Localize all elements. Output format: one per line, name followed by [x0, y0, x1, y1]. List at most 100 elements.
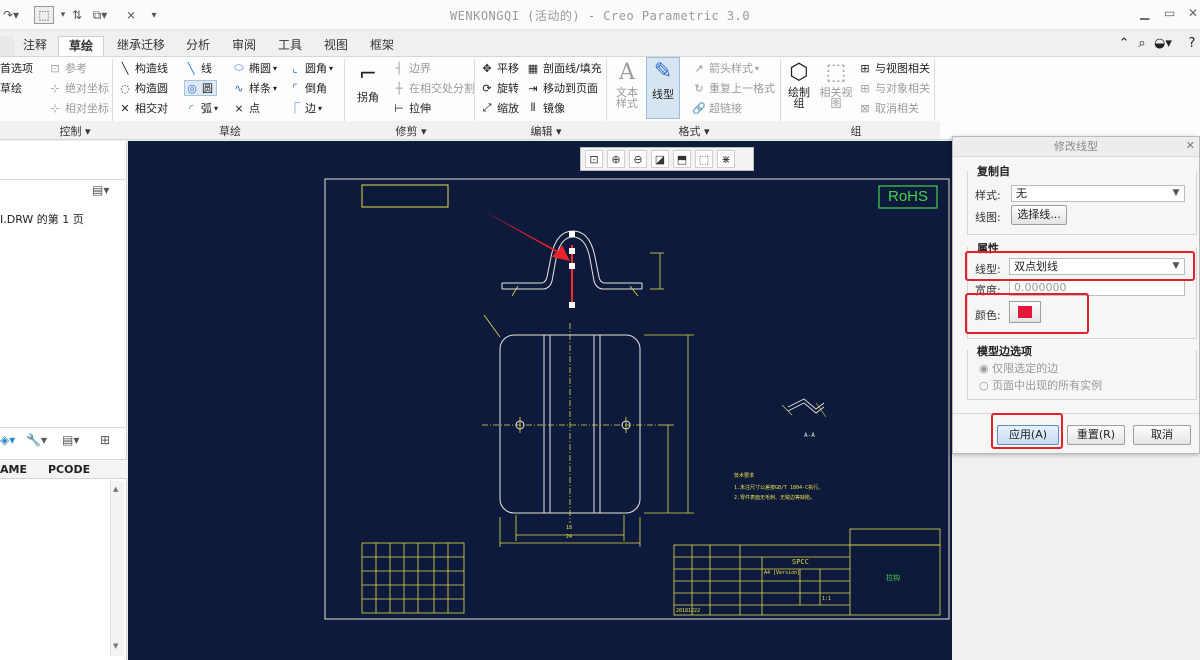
highlight-apply: [991, 413, 1063, 449]
filter-icon[interactable]: ⊞: [100, 433, 110, 447]
relate-to-object-button[interactable]: ⊞ 与对象相关: [858, 80, 930, 96]
draw-group-button[interactable]: ⬡ 绘制 组: [784, 59, 814, 109]
hatch-icon: ▦: [527, 61, 539, 75]
construction-circle-button[interactable]: ◌ 构造圆: [118, 80, 168, 96]
tab-analysis[interactable]: 分析: [180, 36, 216, 56]
reference-icon: ⊡: [50, 61, 60, 75]
group-label-control[interactable]: 控制 ▾: [40, 123, 110, 138]
tab-framework[interactable]: 框架: [364, 36, 400, 56]
construction-line-button[interactable]: ╲ 构造线: [118, 60, 168, 76]
circle-button[interactable]: ◎ 圆: [184, 80, 217, 96]
point-button[interactable]: ⨯ 点: [232, 100, 260, 116]
ribbon-group-labels: 控制 ▾ 草绘 修剪 ▾ 编辑 ▾ 格式 ▾ 组: [0, 121, 940, 140]
minimize-icon[interactable]: ▁: [1140, 6, 1149, 20]
circle-icon: ◎: [187, 81, 197, 95]
hyperlink-button[interactable]: 🔗 超链接: [692, 100, 742, 116]
revision-table: [361, 542, 465, 614]
dialog-close-icon[interactable]: ✕: [1186, 139, 1195, 152]
edge-button[interactable]: ⎾ 边 ▾: [288, 100, 323, 116]
tab-review[interactable]: 审阅: [226, 36, 262, 56]
fillet-button[interactable]: ⌞ 圆角 ▾: [288, 60, 333, 76]
chamfer-button[interactable]: ⌜ 倒角: [288, 80, 327, 96]
arc-icon: ◜: [188, 101, 194, 115]
file-tab-edge[interactable]: [0, 36, 14, 56]
repeat-format-button[interactable]: ↻ 重复上一格式: [692, 80, 775, 96]
sketch-settings-button[interactable]: 草绘: [0, 80, 22, 96]
boundary-button[interactable]: ┤ 边界: [392, 60, 431, 76]
related-view-button[interactable]: ⬚ 相关视 图: [818, 59, 854, 109]
tab-tools[interactable]: 工具: [272, 36, 308, 56]
settings-icon[interactable]: ◈▾: [0, 433, 15, 447]
group-label-edit[interactable]: 编辑 ▾: [516, 123, 576, 138]
mirror-icon: ⫴: [530, 101, 536, 114]
construction-line-icon: ╲: [121, 61, 129, 75]
split-at-intersection-button[interactable]: ┼ 在相交处分割: [392, 80, 475, 96]
column-header: AME PCODE: [0, 459, 127, 479]
translate-button[interactable]: ✥ 平移: [480, 60, 519, 76]
radio-selected-edges[interactable]: ◉ 仅限选定的边: [979, 360, 1058, 376]
help-icon[interactable]: ?: [1184, 36, 1200, 52]
line-button[interactable]: ╲ 线: [184, 60, 212, 76]
relate-view-icon: ⊞: [860, 61, 870, 75]
title-block: [673, 528, 941, 616]
select-line-button[interactable]: 选择线...: [1011, 205, 1067, 225]
absolute-coordinate-button[interactable]: ⊹ 绝对坐标: [48, 80, 109, 96]
group-label-group[interactable]: 组: [826, 123, 886, 138]
title-bar: ↷▾ ⬚ ▾ ⇅ ⧉▾ ⨯ ▾ WENKONGQI (活动的) - Creo P…: [0, 0, 1200, 30]
corner-button[interactable]: ⌐ 拐角: [350, 61, 386, 105]
group-label-format[interactable]: 格式 ▾: [664, 123, 724, 138]
move-to-page-button[interactable]: ⇥ 移动到页面: [526, 80, 598, 96]
tab-annotate[interactable]: 注释: [18, 36, 52, 56]
style-select[interactable]: 无 ▼: [1011, 185, 1185, 202]
tree-scrollbar[interactable]: ▲ ▼: [110, 481, 124, 656]
cancel-button[interactable]: 取消: [1133, 425, 1191, 445]
group-label-sketch[interactable]: 草绘: [200, 123, 260, 138]
close-icon[interactable]: ✕: [1188, 6, 1198, 20]
relate-to-view-button[interactable]: ⊞ 与视图相关: [858, 60, 930, 76]
spline-button[interactable]: ∿ 样条 ▾: [232, 80, 277, 96]
handle-top: [569, 231, 575, 237]
preferences-button[interactable]: 首选项: [0, 60, 33, 76]
line-style-button[interactable]: ✎ 线型: [646, 57, 680, 119]
intersect-pair-button[interactable]: ✕ 相交对: [118, 100, 168, 116]
annotation-arrow: [480, 209, 570, 261]
reference-button[interactable]: ⊡ 参考: [48, 60, 87, 76]
scroll-down-icon[interactable]: ▼: [113, 642, 122, 652]
reset-button[interactable]: 重置(R): [1067, 425, 1125, 445]
text-style-button[interactable]: A 文本 样式: [610, 59, 644, 109]
tab-legacy-migration[interactable]: 继承迁移: [110, 36, 172, 56]
scroll-up-icon[interactable]: ▲: [113, 485, 122, 495]
arrow-style-icon: ↗: [694, 61, 704, 75]
chevron-up-icon[interactable]: ⌃: [1116, 36, 1132, 52]
tab-view[interactable]: 视图: [318, 36, 354, 56]
search-icon[interactable]: ⌕: [1134, 36, 1150, 52]
column-name[interactable]: AME: [0, 463, 27, 476]
tools-icon[interactable]: 🔧▾: [26, 433, 47, 447]
radio-all-instances[interactable]: ○ 页面中出现的所有实例: [979, 377, 1102, 393]
rotate-icon: ⟳: [482, 81, 492, 95]
drawing-canvas[interactable]: ⊡ ⊕ ⊖ ◪ ⬒ ⬚ ⋇ RoHS A-A 18 24 技术要求 1.未注尺寸…: [128, 141, 952, 660]
group-label-trim[interactable]: 修剪 ▾: [376, 123, 446, 138]
community-icon[interactable]: ◒▾: [1154, 36, 1172, 52]
split-icon: ┼: [395, 81, 403, 95]
notes-title: 技术要求: [734, 473, 755, 479]
ellipse-button[interactable]: ⬭ 椭圆 ▾: [232, 60, 277, 76]
stretch-button[interactable]: ⊢ 拉伸: [392, 100, 431, 116]
unrelate-button[interactable]: ⊠ 取消相关: [858, 100, 919, 116]
mirror-button[interactable]: ⫴ 镜像: [526, 100, 565, 116]
relative-coordinate-button[interactable]: ⊹ 相对坐标: [48, 100, 109, 116]
page-list-icon[interactable]: ▤▾: [92, 183, 109, 197]
tab-sketch[interactable]: 草绘: [58, 36, 104, 56]
maximize-icon[interactable]: ▭: [1164, 6, 1175, 20]
corner-icon: ⌐: [358, 62, 378, 87]
hatch-fill-button[interactable]: ▦ 剖面线/填充: [526, 60, 602, 76]
sheet-label[interactable]: I.DRW 的第 1 页: [0, 211, 84, 227]
arc-button[interactable]: ◜ 弧 ▾: [184, 100, 218, 116]
arrow-style-button[interactable]: ↗ 箭头样式 ▾: [692, 60, 759, 76]
line-icon: ╲: [187, 61, 195, 75]
rotate-button[interactable]: ⟳ 旋转: [480, 80, 519, 96]
table-icon[interactable]: ▤▾: [62, 433, 79, 447]
column-pcode[interactable]: PCODE: [48, 463, 90, 476]
scale-button[interactable]: ⤢ 缩放: [480, 100, 519, 116]
version-label: A4 [Version]: [764, 570, 801, 576]
